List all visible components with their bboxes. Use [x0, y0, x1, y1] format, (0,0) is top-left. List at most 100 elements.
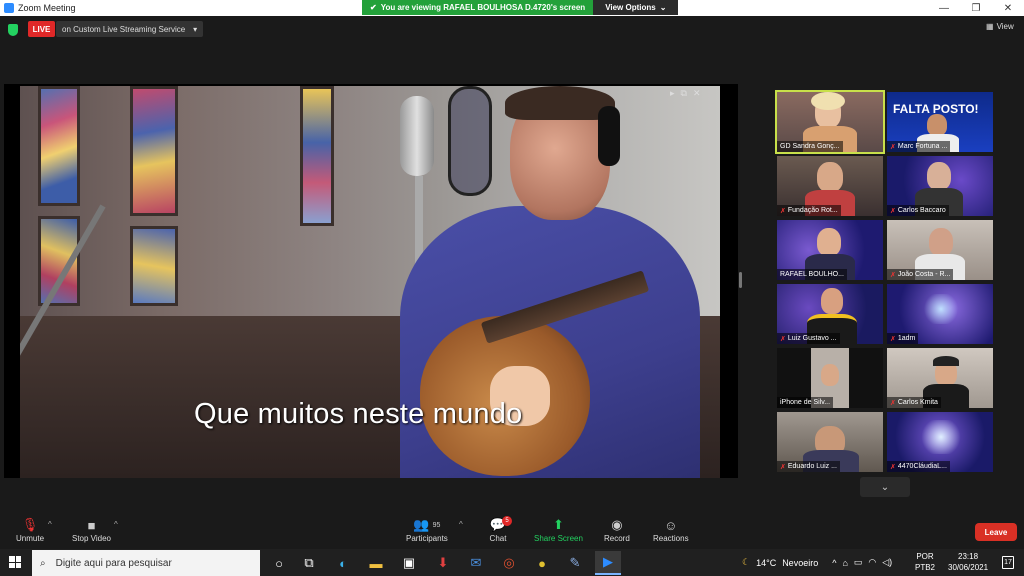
caret-down-icon: ▾ — [193, 24, 198, 34]
stop-video-button[interactable]: ■ Stop Video — [72, 516, 111, 544]
participant-cap — [933, 356, 959, 366]
video-subtitle: Que muitos neste mundo — [194, 398, 523, 430]
chrome-icon[interactable]: ● — [529, 551, 555, 575]
paint-icon[interactable]: ✎ — [562, 551, 588, 575]
participant-face — [821, 364, 839, 386]
video-options-caret[interactable]: ^ — [114, 520, 118, 529]
mail-icon[interactable]: ✉ — [463, 551, 489, 575]
mic-muted-icon: ✗ — [780, 207, 786, 215]
volume-icon[interactable]: ◁) — [882, 557, 892, 568]
live-stream-dropdown[interactable]: on Custom Live Streaming Service ▾ — [56, 21, 204, 37]
unmute-button[interactable]: 🎙 Unmute — [16, 516, 44, 543]
participant-tile[interactable]: ✗ Luiz Gustavo ... — [777, 284, 883, 344]
participant-name: Marc Fortuna ... — [897, 143, 948, 150]
stained-glass-window — [130, 226, 178, 306]
weather-temp[interactable]: 14°C — [756, 558, 776, 568]
mic-muted-icon: ✗ — [890, 399, 896, 407]
cortana-icon[interactable]: ○ — [266, 551, 292, 575]
shield-check-icon: ✔ — [370, 3, 377, 12]
tray-overflow-icon[interactable]: ^ — [832, 558, 836, 568]
reactions-button[interactable]: ☺ Reactions — [653, 516, 689, 544]
zoom-app-icon — [4, 3, 14, 13]
keyboard-layout: PTB2 — [915, 563, 936, 572]
network-icon[interactable]: ⌂ — [842, 558, 847, 568]
participant-tile[interactable]: ✗ Eduardo Luiz ... — [777, 412, 883, 472]
store-icon[interactable]: ▣ — [396, 551, 422, 575]
close-share-icon[interactable]: ✕ — [693, 88, 701, 99]
wifi-icon[interactable]: ◠ — [868, 557, 876, 568]
search-placeholder: Digite aqui para pesquisar — [55, 557, 172, 569]
mic-muted-icon: ✗ — [890, 207, 896, 215]
download-icon[interactable]: ⬇ — [430, 551, 456, 575]
participant-hair — [811, 92, 845, 110]
stop-video-label: Stop Video — [72, 534, 111, 543]
smiley-icon: ☺ — [664, 517, 678, 533]
participants-button[interactable]: 👥 95 Participants — [406, 516, 448, 543]
participant-name: GD Sandra Gonç... — [780, 143, 840, 150]
live-badge[interactable]: LIVE — [28, 21, 55, 37]
participant-name: RAFAEL BOULHO... — [780, 271, 844, 278]
stained-glass-window — [130, 86, 178, 216]
taskbar-clock[interactable]: 23:18 30/06/2021 — [948, 551, 988, 573]
windows-start-icon[interactable] — [9, 556, 21, 568]
clock-time: 23:18 — [958, 552, 979, 561]
participant-name: Fundação Rot... — [787, 207, 838, 214]
popout-icon[interactable]: ⧉ — [681, 88, 687, 99]
leave-button[interactable]: Leave — [975, 523, 1017, 541]
participant-tile[interactable]: ✗ Carlos Baccarо — [887, 156, 993, 216]
record-button[interactable]: ◉ Record — [604, 516, 630, 543]
participants-count: 95 — [432, 521, 441, 529]
edge-icon[interactable]: ◐ — [330, 551, 356, 575]
participant-name: Carlos Baccarо — [897, 207, 946, 214]
shared-screen-view[interactable]: Que muitos neste mundo ▸ ⧉ ✕ — [4, 84, 738, 478]
language-code: POR — [916, 552, 934, 561]
participant-tile[interactable]: iPhone de Silv... — [777, 348, 883, 408]
zoom-taskbar-icon[interactable]: ▶ — [595, 551, 621, 575]
view-button[interactable]: ▦ View — [986, 22, 1014, 31]
participant-face — [817, 162, 843, 192]
search-icon: ⌕ — [40, 557, 46, 569]
minimize-button[interactable]: — — [928, 0, 960, 16]
view-options-button[interactable]: View Options ⌄ — [593, 0, 679, 15]
stained-glass-window — [300, 86, 334, 226]
participant-tile[interactable]: ✗ 4470CláudiaL... — [887, 412, 993, 472]
input-language[interactable]: POR PTB2 — [915, 551, 935, 573]
participant-tile[interactable]: ✗ João Costa - R... — [887, 220, 993, 280]
taskbar-search-box[interactable]: ⌕ Digite aqui para pesquisar — [32, 550, 260, 576]
weather-desc[interactable]: Nevoeiro — [782, 558, 818, 568]
battery-icon[interactable]: ▭ — [854, 557, 863, 568]
mic-muted-icon: ✗ — [780, 463, 786, 471]
participant-tile[interactable]: FALTA POSTO! ✗ Marc Fortuna ... — [887, 92, 993, 152]
participant-tile[interactable]: ✗ 1adm — [887, 284, 993, 344]
audio-options-caret[interactable]: ^ — [48, 520, 52, 529]
clock-date: 30/06/2021 — [948, 563, 989, 572]
pointer-icon: ▸ — [670, 88, 675, 98]
security-shield-icon[interactable] — [8, 24, 18, 36]
participant-tile[interactable]: ✗ Carlos Kmita — [887, 348, 993, 408]
record-icon: ◉ — [611, 517, 623, 532]
splitter-handle[interactable] — [739, 272, 742, 288]
notification-center-icon[interactable]: 17 — [1002, 556, 1014, 569]
participant-face — [821, 288, 843, 314]
gallery-next-page-button[interactable]: ⌄ — [860, 477, 910, 497]
participant-tile[interactable]: GD Sandra Gonç... — [775, 90, 885, 154]
app-icon[interactable]: ◎ — [496, 551, 522, 575]
participant-tile[interactable]: RAFAEL BOULHO... — [777, 220, 883, 280]
participants-options-caret[interactable]: ^ — [459, 520, 463, 529]
microphone — [400, 96, 434, 176]
participant-tile[interactable]: ✗ Fundação Rot... — [777, 156, 883, 216]
task-view-icon[interactable]: ⧉ — [296, 551, 322, 575]
unmute-label: Unmute — [16, 534, 45, 543]
participants-icon: 👥 95 — [413, 517, 441, 532]
share-screen-button[interactable]: ⬆ Share Screen — [534, 516, 583, 543]
chat-label: Chat — [489, 534, 507, 543]
participant-name: 1adm — [897, 335, 916, 342]
chevron-down-icon: ⌄ — [880, 481, 890, 493]
participant-face — [817, 228, 841, 256]
system-tray: ☾ 14°C Nevoeiro ^ ⌂ ▭ ◠ ◁) — [742, 549, 892, 576]
file-explorer-icon[interactable]: ▬ — [363, 551, 389, 575]
close-button[interactable]: ✕ — [992, 0, 1024, 16]
maximize-button[interactable]: ❐ — [960, 0, 992, 16]
participant-name: Carlos Kmita — [897, 399, 938, 406]
mic-muted-icon: ✗ — [890, 335, 896, 343]
